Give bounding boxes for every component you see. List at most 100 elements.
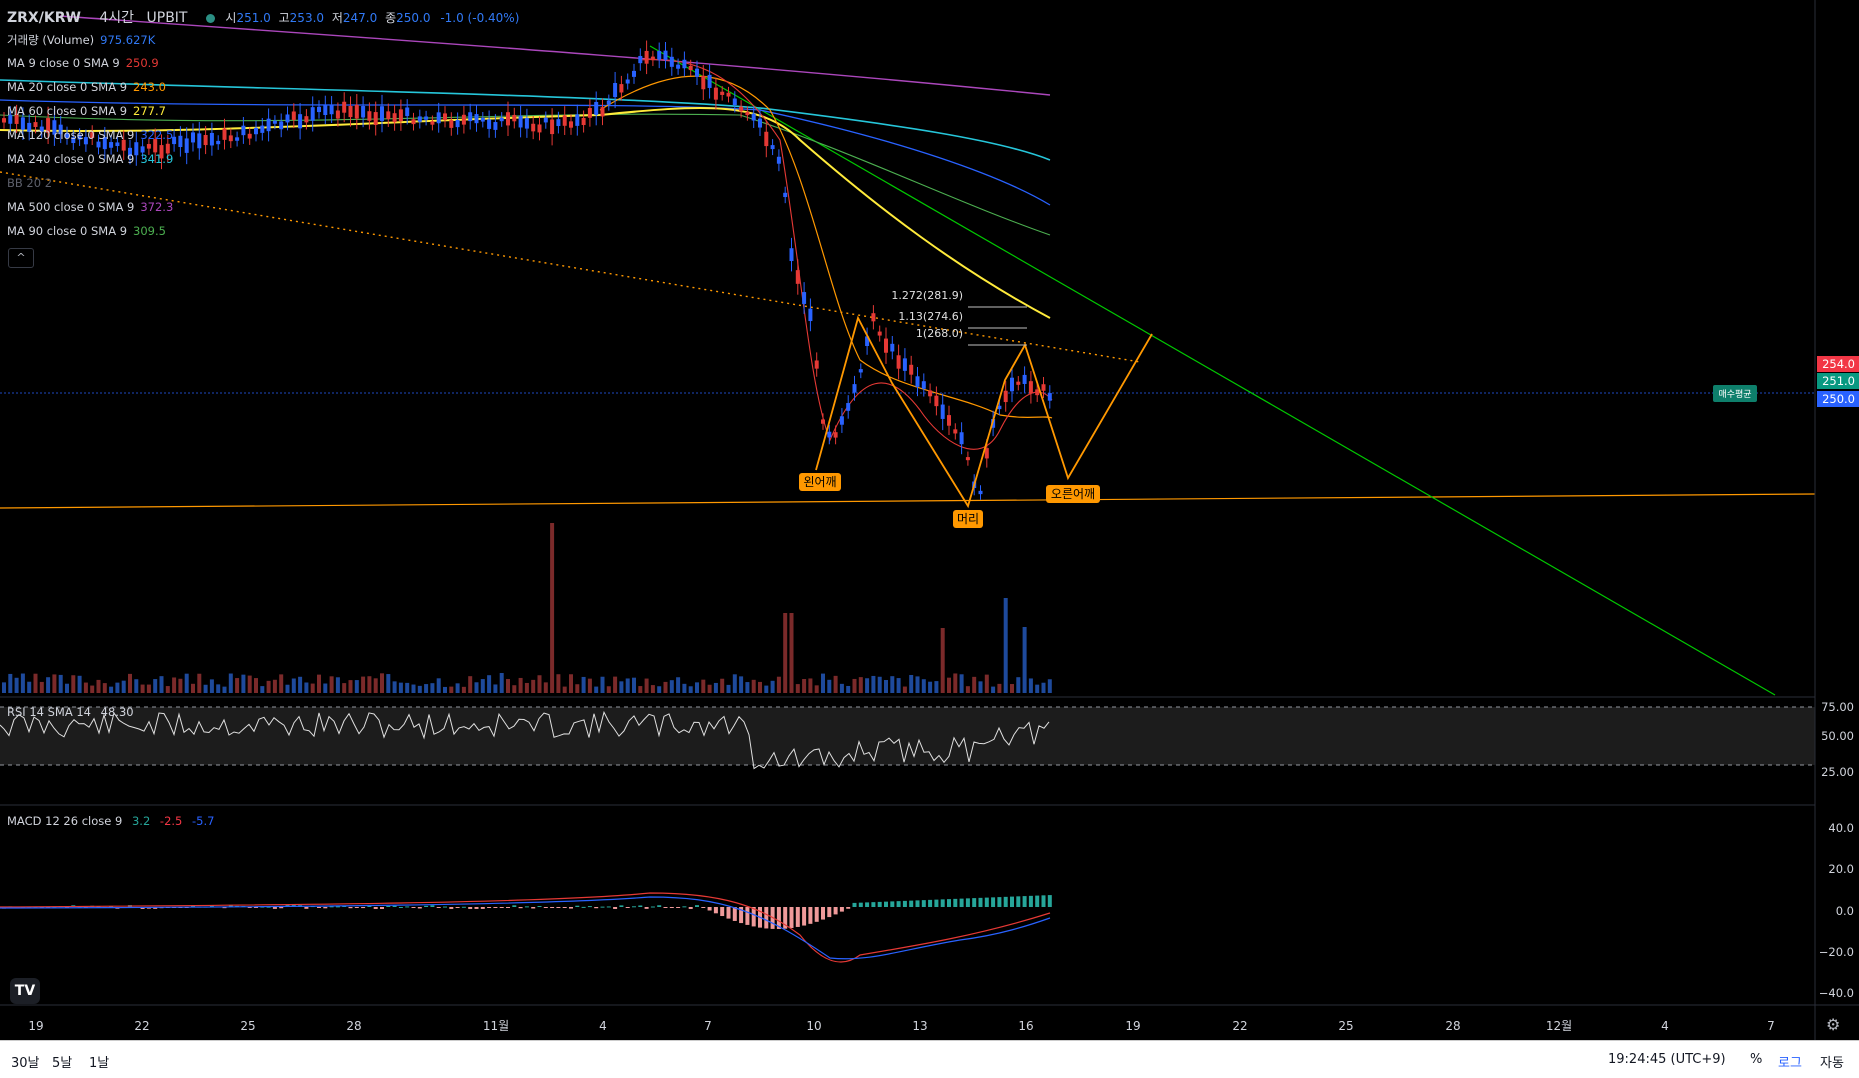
volume-bar: [524, 682, 529, 693]
macd-histogram-bar: [512, 905, 517, 907]
legend-item[interactable]: MA 9 close 0 SMA 9 250.9: [7, 56, 159, 70]
volume-bar: [865, 678, 870, 693]
macd-histogram-bar: [1003, 896, 1008, 907]
volume-bar: [550, 523, 555, 693]
volume-bar: [8, 673, 13, 693]
legend-item[interactable]: BB 20 2: [7, 176, 52, 190]
collapse-legend-button[interactable]: ^: [8, 248, 34, 268]
symbol-name[interactable]: ZRX/KRW: [7, 10, 81, 26]
candle-body: [751, 113, 756, 121]
volume-bar: [852, 678, 857, 693]
candle-body: [398, 109, 403, 122]
macd-histogram-bar: [802, 907, 807, 926]
macd-histogram-bar: [436, 907, 441, 908]
macd-histogram-bar: [821, 907, 825, 920]
rsi-legend[interactable]: RSI 14 SMA 14 48.30: [7, 705, 134, 719]
range-1d[interactable]: 1날: [89, 1052, 109, 1071]
volume-bar: [153, 679, 158, 693]
candle-body: [405, 107, 410, 117]
open-label: 시: [225, 11, 237, 25]
macd-histogram-bar: [323, 907, 328, 909]
candle-body: [480, 117, 485, 122]
macd-value-2: -2.5: [159, 814, 183, 828]
macd-histogram-bar: [468, 907, 473, 909]
clock[interactable]: 19:24:45 (UTC+9): [1608, 1052, 1726, 1067]
macd-histogram-bar: [928, 899, 933, 907]
log-toggle[interactable]: 로그: [1778, 1052, 1802, 1071]
candle-body: [493, 122, 498, 130]
volume-bar: [871, 675, 876, 693]
legend-item[interactable]: MA 120 close 0 SMA 9 322.5: [7, 128, 173, 142]
volume-bar: [701, 679, 706, 693]
time-tick: 19: [1125, 1019, 1140, 1033]
macd-histogram-bar: [921, 900, 926, 907]
volume-bar: [802, 679, 807, 693]
macd-histogram-bar: [764, 907, 769, 929]
macd-histogram-bar: [701, 907, 706, 908]
legend-item[interactable]: 거래량 (Volume) 975.627K: [7, 32, 155, 48]
volume-bar: [424, 684, 429, 693]
volume-bar: [569, 674, 573, 693]
tradingview-logo[interactable]: TV: [10, 978, 40, 1004]
volume-bar: [102, 683, 107, 693]
candle-body: [254, 127, 258, 135]
volume-bar: [121, 680, 126, 693]
neckline: [0, 493, 1816, 509]
candle-body: [392, 113, 397, 123]
volume-bar: [663, 681, 668, 693]
legend-item[interactable]: MA 500 close 0 SMA 9 372.3: [7, 200, 173, 214]
macd-histogram-bar: [386, 905, 391, 907]
interval[interactable]: 4시간: [99, 10, 134, 26]
volume-bar: [386, 674, 391, 693]
macd-histogram-bar: [940, 899, 945, 907]
candle-body: [713, 87, 718, 100]
volume-bar: [1016, 677, 1021, 693]
macd-histogram-bar: [562, 907, 567, 908]
volume-bar: [833, 675, 838, 693]
candle-body: [209, 132, 214, 146]
volume-bar: [115, 682, 120, 693]
candle-body: [543, 117, 548, 123]
volume-bar: [241, 674, 246, 693]
volume-bar: [254, 678, 258, 693]
volume-bar: [184, 673, 189, 693]
range-5d[interactable]: 5날: [52, 1052, 72, 1071]
candle-body: [707, 74, 712, 88]
volume-group: [2, 523, 1052, 693]
candle-body: [323, 104, 328, 116]
volume-bar: [96, 679, 101, 693]
candle-body: [342, 101, 347, 113]
percent-toggle[interactable]: %: [1750, 1052, 1762, 1067]
volume-bar: [707, 684, 712, 693]
macd-histogram-bar: [1041, 895, 1046, 907]
macd-histogram-bar: [1035, 895, 1040, 907]
legend-item[interactable]: MA 20 close 0 SMA 9 243.0: [7, 80, 166, 94]
legend-item[interactable]: MA 60 close 0 SMA 9 277.7: [7, 104, 166, 118]
candle-body: [600, 107, 605, 117]
candle-body: [430, 121, 435, 125]
legend-item[interactable]: MA 90 close 0 SMA 9 309.5: [7, 224, 166, 238]
macd-legend[interactable]: MACD 12 26 close 9 3.2 -2.5 -5.7: [7, 814, 214, 828]
volume-bar: [972, 676, 977, 693]
volume-bar: [128, 673, 132, 693]
volume-bar: [909, 674, 914, 693]
macd-histogram-bar: [997, 897, 1002, 907]
head-label: 머리: [957, 512, 979, 526]
candle-body: [701, 75, 706, 90]
candle-body: [1035, 389, 1040, 396]
volume-bar: [594, 686, 599, 693]
range-30d[interactable]: 30날: [11, 1052, 40, 1071]
fib-label: 1.272(281.9): [891, 289, 963, 302]
candle-body: [764, 131, 769, 147]
auto-toggle[interactable]: 자동: [1820, 1052, 1844, 1071]
macd-histogram-bar: [304, 907, 309, 909]
settings-gear-icon[interactable]: ⚙: [1826, 1015, 1840, 1034]
volume-bar: [764, 685, 769, 693]
candle-body: [361, 106, 366, 118]
volume-bar: [285, 684, 290, 693]
legend-item[interactable]: MA 240 close 0 SMA 9 341.9: [7, 152, 173, 166]
volume-bar: [461, 686, 466, 693]
macd-histogram-bar: [348, 907, 353, 909]
candle-body: [783, 192, 788, 198]
chart-canvas[interactable]: 1.272(281.9) 1.13(274.6) 1(268.0) 왼어깨머리 오른어깨…: [0, 0, 1859, 1077]
